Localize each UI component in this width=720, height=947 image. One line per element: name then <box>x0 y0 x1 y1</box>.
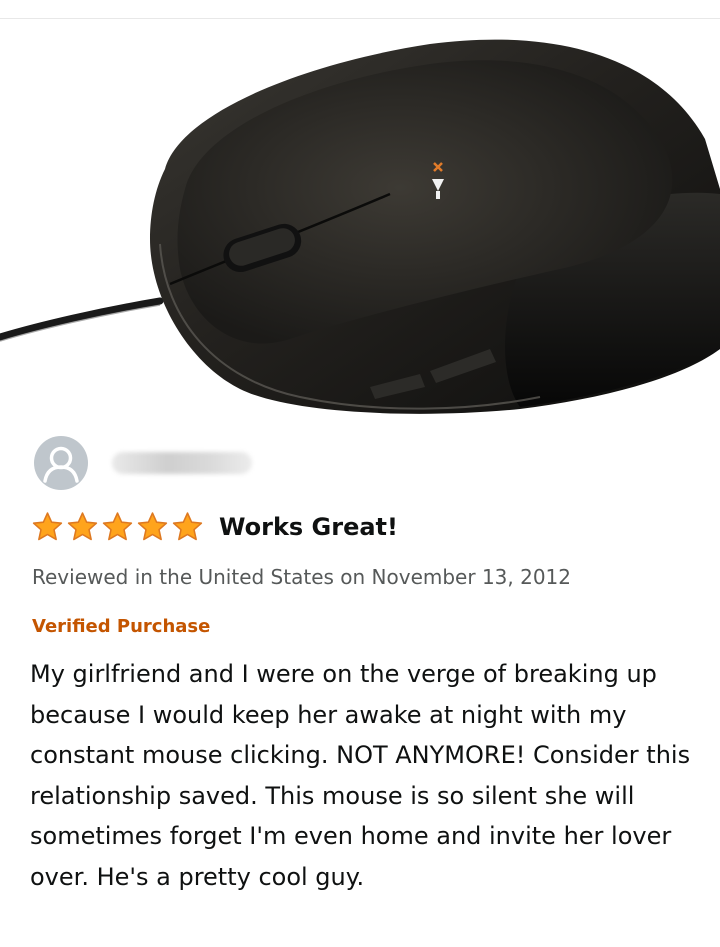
star-rating[interactable] <box>30 510 205 544</box>
star-icon <box>32 512 63 541</box>
reviewer-name-redacted <box>112 452 252 474</box>
rating-row: Works Great! <box>30 510 398 544</box>
star-icon <box>172 512 203 541</box>
star-icon <box>67 512 98 541</box>
user-avatar-icon[interactable] <box>34 436 88 490</box>
star-icon <box>137 512 168 541</box>
review-title[interactable]: Works Great! <box>219 513 398 541</box>
verified-purchase-badge: Verified Purchase <box>32 616 211 637</box>
review-date-location: Reviewed in the United States on Novembe… <box>32 565 572 589</box>
review-body: My girlfriend and I were on the verge of… <box>30 660 691 891</box>
reviewer-profile[interactable] <box>34 436 252 490</box>
star-icon <box>102 512 133 541</box>
product-image[interactable] <box>0 19 720 429</box>
